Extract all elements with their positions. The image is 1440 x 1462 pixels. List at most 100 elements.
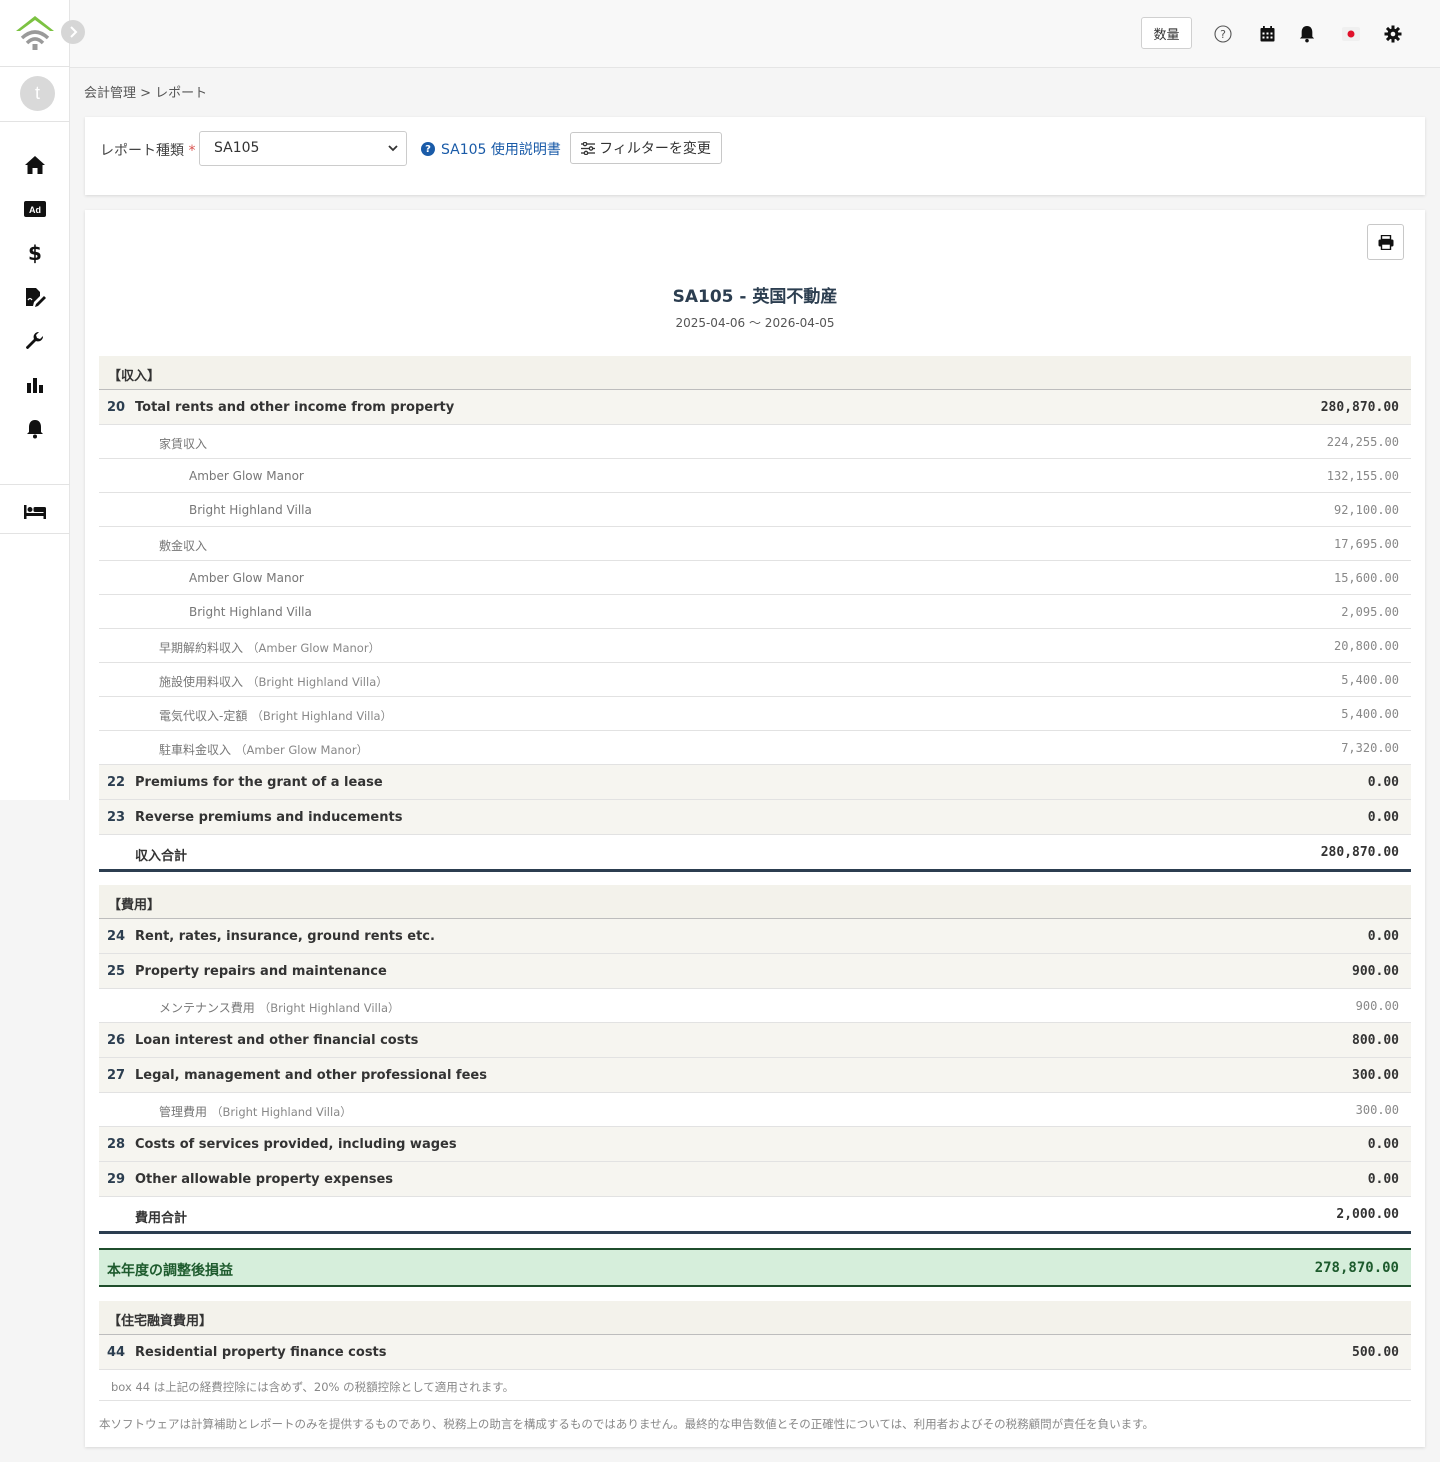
detail-label: 敷金収入	[159, 537, 207, 554]
box-label: Premiums for the grant of a lease	[135, 775, 383, 790]
box-row: 27 Legal, management and other profession…	[99, 1058, 1411, 1093]
detail-row: 早期解約料収入 （Amber Glow Manor） 20,800.00	[99, 629, 1411, 663]
breadcrumb[interactable]: 会計管理 > レポート	[84, 82, 207, 101]
detail-property: （Bright Highland Villa）	[247, 675, 388, 689]
finance-note-row: box 44 は上記の経費控除には含めず、20% の税額控除として適用されます。	[99, 1370, 1411, 1401]
detail-property: （Amber Glow Manor）	[235, 743, 369, 757]
chevron-down-icon	[388, 145, 398, 152]
section-title: 【住宅融資費用】	[108, 1314, 213, 1329]
sidebar-divider	[0, 66, 70, 67]
detail-label-text: 早期解約料収入	[159, 641, 244, 655]
income-total-row: 収入合計 280,870.00	[99, 835, 1411, 872]
detail-label: Amber Glow Manor	[189, 469, 304, 483]
box-amount: 280,870.00	[1320, 400, 1399, 415]
detail-row: 管理費用 （Bright Highland Villa） 300.00	[99, 1093, 1411, 1127]
detail-label-text: 管理費用	[159, 1105, 208, 1119]
print-button[interactable]	[1367, 224, 1404, 260]
report-type-label-text: レポート種類	[100, 143, 184, 159]
detail-row: Bright Highland Villa 2,095.00	[99, 595, 1411, 629]
japan-flag-icon[interactable]	[1339, 22, 1363, 46]
gear-icon[interactable]	[1381, 22, 1405, 46]
finance-note: box 44 は上記の経費控除には含めず、20% の税額控除として適用されます。	[111, 1380, 515, 1394]
report-period: 2025-04-06 〜 2026-04-05	[675, 316, 835, 330]
sidebar-expand-button[interactable]	[61, 20, 85, 44]
box-number: 29	[107, 1172, 126, 1187]
detail-property: （Bright Highland Villa）	[211, 1105, 352, 1119]
avatar[interactable]: t	[20, 76, 55, 111]
detail-label-text: Amber Glow Manor	[189, 469, 304, 483]
bar-chart-icon[interactable]	[22, 372, 48, 398]
sidebar-divider	[0, 121, 70, 122]
detail-label: Bright Highland Villa	[189, 503, 312, 517]
detail-label: Amber Glow Manor	[189, 571, 304, 585]
box-row: 23 Reverse premiums and inducements 0.00	[99, 800, 1411, 835]
svg-text:$: $	[28, 242, 42, 264]
detail-label: 早期解約料収入 （Amber Glow Manor）	[159, 639, 380, 656]
detail-label: 駐車料金収入 （Amber Glow Manor）	[159, 741, 368, 758]
box-amount: 0.00	[1367, 810, 1399, 825]
report-type-select[interactable]: SA105	[199, 131, 407, 166]
box-amount: 0.00	[1367, 1137, 1399, 1152]
box-number: 28	[107, 1137, 126, 1152]
detail-amount: 2,095.00	[1341, 605, 1399, 619]
expense-total-row-amount: 2,000.00	[1336, 1207, 1399, 1222]
detail-amount: 17,695.00	[1333, 537, 1399, 551]
bell-icon[interactable]	[1295, 22, 1319, 46]
wrench-icon[interactable]	[22, 328, 48, 354]
detail-label-text: 駐車料金収入	[159, 743, 232, 757]
expense-total-row: 費用合計 2,000.00	[99, 1197, 1411, 1234]
detail-label: 施設使用料収入 （Bright Highland Villa）	[159, 673, 388, 690]
box-amount: 500.00	[1352, 1345, 1399, 1360]
document-edit-icon[interactable]	[22, 284, 48, 310]
box-label: Property repairs and maintenance	[135, 964, 387, 979]
home-icon[interactable]	[22, 152, 48, 178]
detail-amount: 15,600.00	[1333, 571, 1399, 585]
detail-label-text: Bright Highland Villa	[189, 605, 312, 619]
quantity-button[interactable]: 数量	[1141, 17, 1192, 49]
sidebar-divider	[0, 533, 70, 534]
detail-row: 駐車料金収入 （Amber Glow Manor） 7,320.00	[99, 731, 1411, 765]
detail-label-text: 敷金収入	[159, 539, 208, 553]
section-header: 【住宅融資費用】	[99, 1301, 1411, 1335]
section-title: 【費用】	[108, 898, 161, 913]
box-row: 22 Premiums for the grant of a lease 0.00	[99, 765, 1411, 800]
detail-amount: 224,255.00	[1326, 435, 1399, 449]
change-filter-button[interactable]: フィルターを変更	[570, 132, 722, 164]
adjusted-profit-row: 本年度の調整後損益 278,870.00	[99, 1248, 1411, 1287]
report-card: SA105 - 英国不動産 2025-04-06 〜 2026-04-05 【収…	[85, 210, 1425, 1447]
box-amount: 900.00	[1352, 964, 1399, 979]
detail-row: Amber Glow Manor 132,155.00	[99, 459, 1411, 493]
box-number: 26	[107, 1033, 126, 1048]
box-number: 44	[107, 1345, 126, 1360]
detail-label: メンテナンス費用 （Bright Highland Villa）	[159, 999, 400, 1016]
detail-amount: 92,100.00	[1333, 503, 1399, 517]
box-label: Reverse premiums and inducements	[135, 810, 403, 825]
dollar-icon[interactable]: $	[22, 240, 48, 266]
bed-icon[interactable]	[22, 498, 48, 524]
box-label: Rent, rates, insurance, ground rents etc…	[135, 929, 435, 944]
help-link[interactable]: ? SA105 使用説明書	[421, 139, 561, 159]
help-icon[interactable]: ?	[1211, 22, 1235, 46]
change-filter-label: フィルターを変更	[599, 141, 711, 157]
detail-label-text: Amber Glow Manor	[189, 571, 304, 585]
expense-total-row-label: 費用合計	[135, 1211, 188, 1226]
detail-row: 電気代収入-定額 （Bright Highland Villa） 5,400.00	[99, 697, 1411, 731]
ad-icon[interactable]: Ad	[22, 196, 48, 222]
report-title: SA105 - 英国不動産	[672, 287, 838, 307]
box-row: 44 Residential property finance costs 500.…	[99, 1335, 1411, 1370]
detail-label-text: 施設使用料収入	[159, 675, 244, 689]
question-circle-icon: ?	[421, 142, 435, 156]
svg-text:?: ?	[1220, 28, 1226, 41]
adjusted-profit-label: 本年度の調整後損益	[107, 1263, 233, 1279]
detail-label-text: Bright Highland Villa	[189, 503, 312, 517]
detail-property: （Amber Glow Manor）	[247, 641, 381, 655]
logo-icon[interactable]	[14, 14, 56, 52]
detail-property: （Bright Highland Villa）	[258, 1001, 400, 1015]
income-total-row-label: 収入合計	[135, 849, 188, 864]
report-type-selected-value: SA105	[214, 140, 260, 156]
box-number: 20	[107, 400, 126, 415]
box-row: 24 Rent, rates, insurance, ground rents e…	[99, 919, 1411, 954]
calendar-icon[interactable]	[1255, 22, 1279, 46]
section-header: 【収入】	[99, 356, 1411, 390]
bell-icon[interactable]	[22, 416, 48, 442]
